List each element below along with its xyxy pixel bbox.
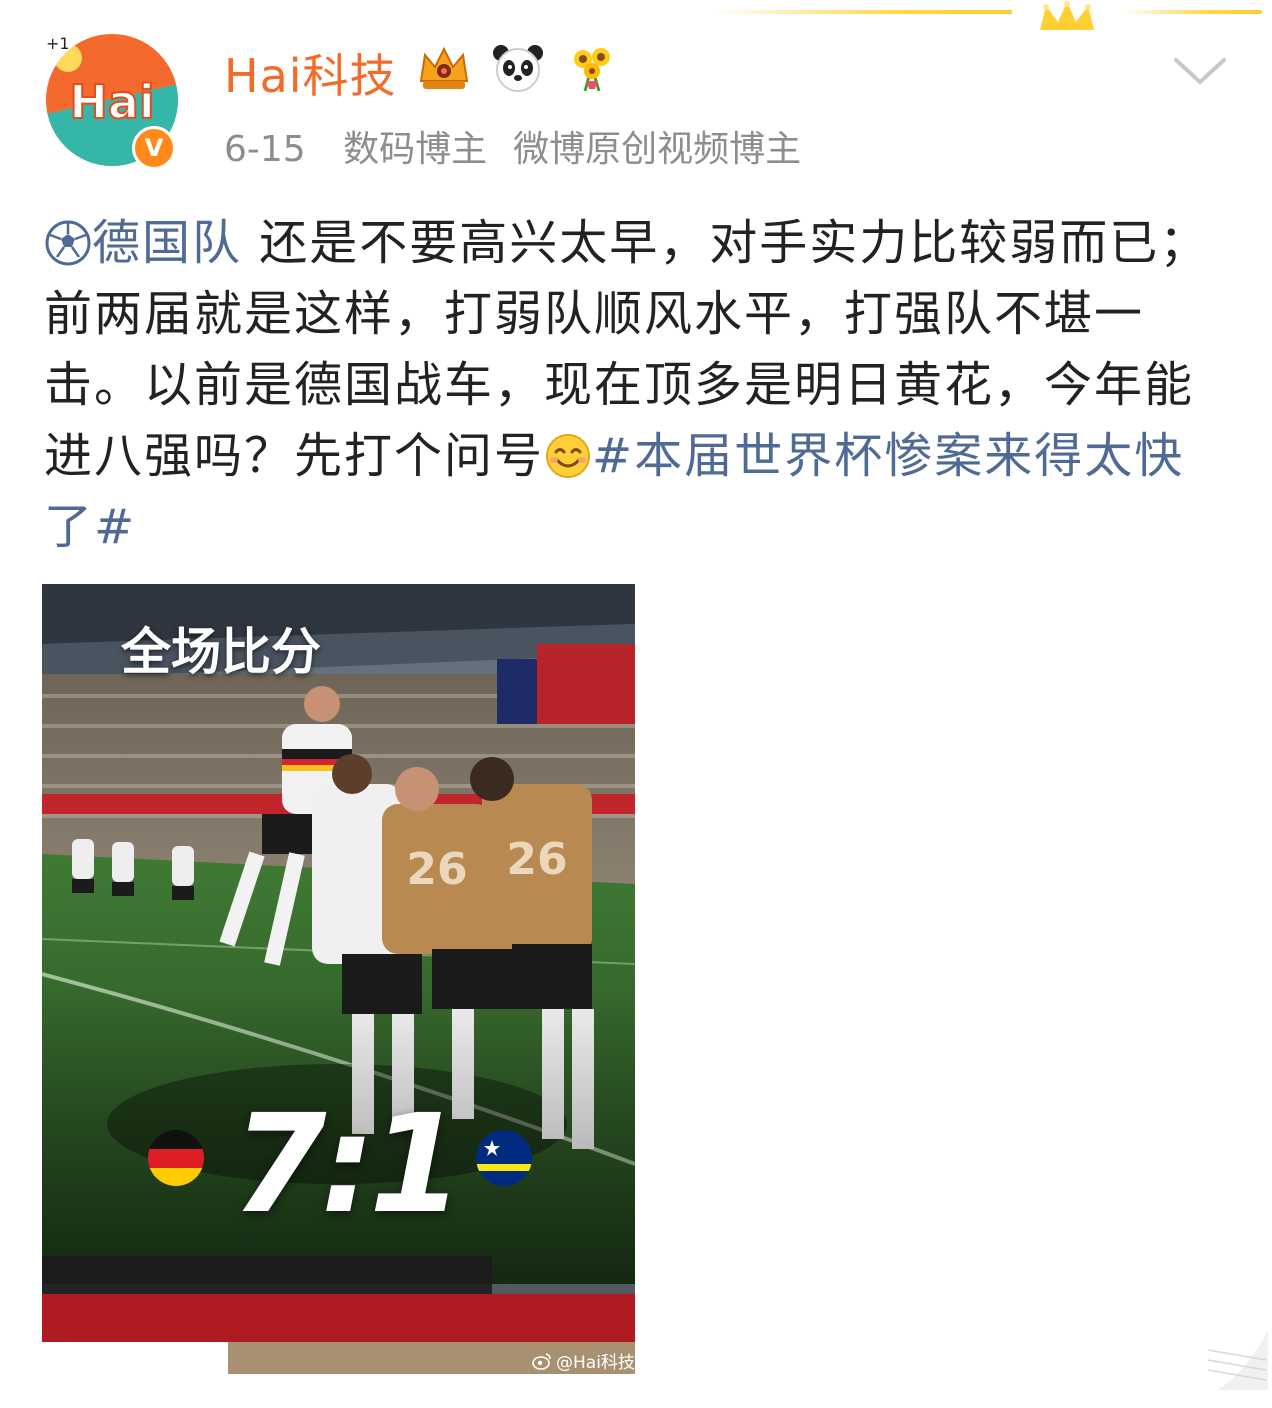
match-celebration-photo: 26 26: [42, 584, 635, 1374]
verified-badge: V: [132, 126, 176, 170]
svg-text:26: 26: [506, 834, 567, 885]
image-title: 全场比分: [121, 623, 321, 681]
crown-badge-icon[interactable]: [414, 40, 474, 96]
chevron-down-icon[interactable]: [1170, 52, 1230, 92]
page-corner-decoration: [1208, 1330, 1268, 1390]
post-date[interactable]: 6-15: [224, 129, 306, 170]
weibo-logo-icon: [532, 1352, 551, 1370]
svg-text:26: 26: [406, 844, 467, 895]
image-watermark: @Hai科技: [532, 1348, 635, 1373]
post-header: Hai +1 V Hai科技 6-15 数码博主 微博原创视频博主: [46, 34, 1232, 174]
post-image[interactable]: 26 26: [42, 584, 635, 1374]
topic-name: 德国队: [92, 215, 243, 271]
watermark-text: @Hai科技: [556, 1353, 635, 1373]
soccer-ball-icon: [45, 220, 91, 266]
smile-emoji-icon: [546, 434, 591, 478]
germany-flag-icon: [148, 1130, 204, 1186]
sunflower-icon[interactable]: [562, 40, 622, 96]
avatar[interactable]: Hai +1 V: [46, 34, 196, 174]
user-badges: [414, 40, 622, 96]
panda-icon[interactable]: [488, 40, 548, 96]
post-meta: 6-15 数码博主 微博原创视频博主: [224, 120, 801, 172]
user-tag-video: 微博原创视频博主: [513, 129, 802, 170]
user-tag-digital: 数码博主: [343, 129, 488, 170]
post-content: 德国队 还是不要高兴太早，对手实力比较弱而已；前两届就是这样，打弱队顺风水平，打…: [44, 208, 1224, 563]
topic-link[interactable]: 德国队: [44, 215, 242, 271]
username[interactable]: Hai科技: [224, 40, 397, 106]
svg-text:Hai: Hai: [69, 75, 154, 129]
curacao-flag-icon: [476, 1130, 532, 1186]
match-score: 7:1: [232, 1086, 464, 1244]
